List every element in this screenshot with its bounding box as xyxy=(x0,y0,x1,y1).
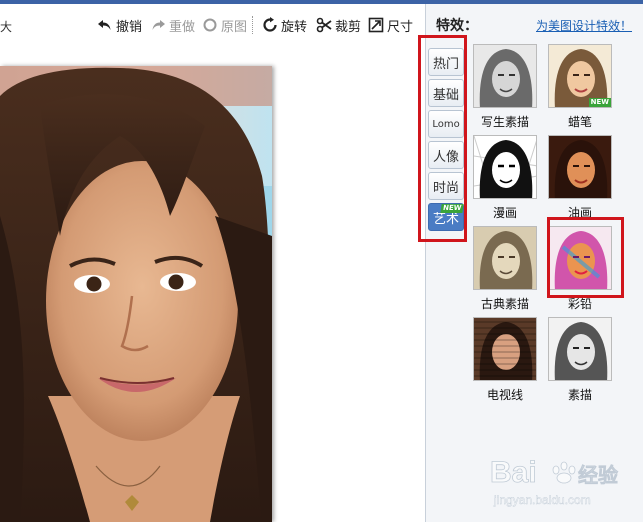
effect-label: 蜡笔 xyxy=(567,115,592,129)
original-button[interactable]: 原图 xyxy=(202,14,247,36)
effect-sketch[interactable]: 写生素描 xyxy=(465,44,545,130)
undo-button[interactable]: 撤销 xyxy=(97,14,142,36)
tab-hot[interactable]: 热门 xyxy=(428,48,464,76)
rotate-label: 旋转 xyxy=(281,19,308,35)
tab-basic[interactable]: 基础 xyxy=(428,79,464,107)
effect-label: 电视线 xyxy=(486,388,523,402)
scissors-icon xyxy=(316,17,332,33)
tab-label: 人像 xyxy=(432,149,459,165)
resize-icon xyxy=(368,17,384,33)
effect-label: 古典素描 xyxy=(480,297,529,311)
effect-label: 油画 xyxy=(567,206,592,220)
size-button[interactable]: 尺寸 xyxy=(368,14,413,36)
panel-title: 特效： xyxy=(436,18,478,34)
effect-thumbnail: NEW xyxy=(548,44,612,108)
undo-icon xyxy=(97,17,113,33)
effect-thumbnail xyxy=(473,317,537,381)
effect-thumbnail xyxy=(473,135,537,199)
effect-label: 漫画 xyxy=(492,206,517,220)
editing-canvas xyxy=(0,38,425,522)
effect-color-pencil[interactable]: 彩铅 xyxy=(540,226,620,312)
redo-button[interactable]: 重做 xyxy=(150,14,195,36)
effect-plain-sketch[interactable]: 素描 xyxy=(540,317,620,403)
baidu-jingyan-watermark: Bai 经验 jingyan.baidu.com xyxy=(490,448,640,514)
toolbar-divider xyxy=(252,16,253,34)
effects-panel: 特效： 为美图设计特效！ 热门 基础 Lomo 人像 时尚 艺术 NEW 写生素… xyxy=(418,4,643,522)
effect-thumbnail xyxy=(548,317,612,381)
edited-photo[interactable] xyxy=(0,66,272,522)
edit-toolbar: 大 撤销 重做 原图 旋转 裁剪 尺寸 xyxy=(0,4,420,38)
size-label: 尺寸 xyxy=(387,19,414,35)
tab-portrait[interactable]: 人像 xyxy=(428,141,464,169)
effect-label: 写生素描 xyxy=(480,115,529,129)
new-badge: NEW xyxy=(439,204,464,213)
tab-label: 基础 xyxy=(432,87,459,103)
watermark-brand: Bai xyxy=(490,456,537,489)
effect-crayon[interactable]: NEW 蜡笔 xyxy=(540,44,620,130)
tab-art[interactable]: 艺术 NEW xyxy=(428,203,464,231)
tab-lomo[interactable]: Lomo xyxy=(428,110,464,138)
effect-thumbnail xyxy=(548,226,612,290)
effect-tv-lines[interactable]: 电视线 xyxy=(465,317,545,403)
effect-label: 素描 xyxy=(567,388,592,402)
redo-label: 重做 xyxy=(169,19,196,35)
effect-comic[interactable]: 漫画 xyxy=(465,135,545,221)
watermark-url: jingyan.baidu.com xyxy=(493,493,591,507)
effect-label: 彩铅 xyxy=(567,297,592,311)
toolbar-cut-label: 大 xyxy=(0,20,13,34)
tab-label: 时尚 xyxy=(432,180,459,196)
effect-thumbnail xyxy=(473,44,537,108)
rotate-icon xyxy=(262,17,278,33)
tab-label: 热门 xyxy=(432,56,459,72)
design-effect-link[interactable]: 为美图设计特效！ xyxy=(536,17,632,34)
new-badge: NEW xyxy=(588,98,611,107)
effect-thumbnail xyxy=(548,135,612,199)
undo-label: 撤销 xyxy=(116,19,143,35)
tab-fashion[interactable]: 时尚 xyxy=(428,172,464,200)
tab-label: Lomo xyxy=(432,118,460,130)
original-circle-icon xyxy=(202,17,218,33)
original-label: 原图 xyxy=(221,19,248,35)
effect-classic-sketch[interactable]: 古典素描 xyxy=(465,226,545,312)
effect-thumbnail xyxy=(473,226,537,290)
watermark-suffix: 经验 xyxy=(578,463,618,487)
crop-label: 裁剪 xyxy=(335,19,362,35)
effect-oil-painting[interactable]: 油画 xyxy=(540,135,620,221)
crop-button[interactable]: 裁剪 xyxy=(316,14,361,36)
redo-icon xyxy=(150,17,166,33)
rotate-button[interactable]: 旋转 xyxy=(262,14,307,36)
